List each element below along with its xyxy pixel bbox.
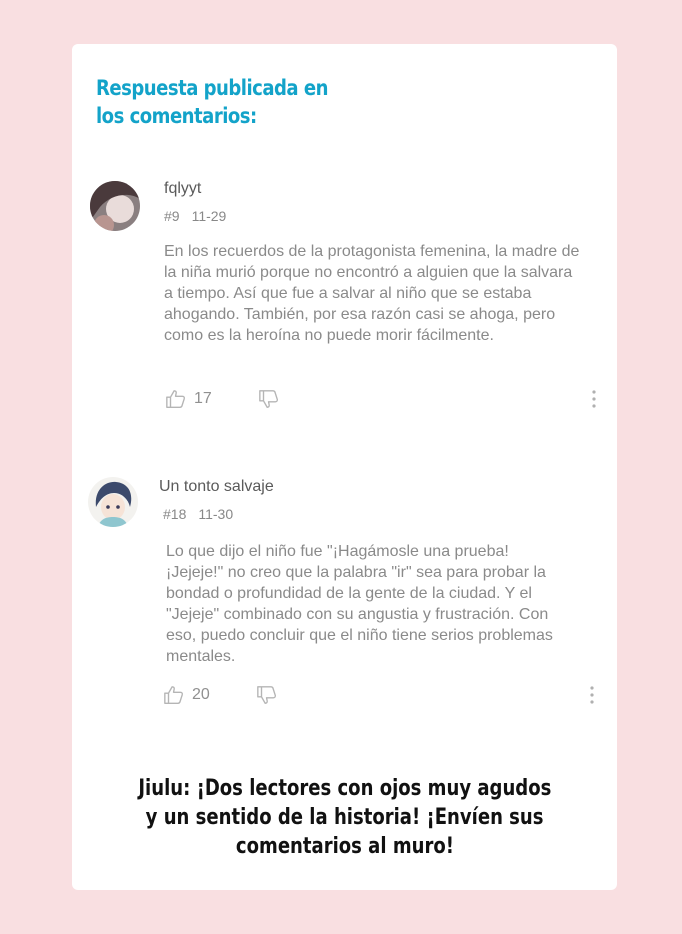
comment-text: Lo que dijo el niño fue "¡Hagámosle una … bbox=[166, 543, 553, 665]
avatar[interactable] bbox=[90, 181, 140, 231]
footer-line-2: y un sentido de la historia! ¡Envíen sus bbox=[145, 805, 544, 830]
thumbs-up-icon[interactable] bbox=[163, 684, 185, 706]
comment-meta: #9 11-29 bbox=[164, 208, 226, 224]
thumbs-up-icon[interactable] bbox=[165, 388, 187, 410]
footer-message: Jiulu: ¡Dos lectores con ojos muy agudos… bbox=[72, 774, 617, 861]
like-count: 17 bbox=[194, 390, 212, 407]
footer-line-1: Jiulu: ¡Dos lectores con ojos muy agudos bbox=[137, 776, 551, 801]
like-count: 20 bbox=[192, 686, 210, 703]
page-title: Respuesta publicada en los comentarios: bbox=[96, 74, 371, 130]
comment-number: #18 bbox=[163, 506, 187, 522]
avatar[interactable] bbox=[88, 477, 138, 527]
thumbs-down-icon[interactable] bbox=[256, 684, 278, 706]
comment-card: Respuesta publicada en los comentarios: … bbox=[72, 44, 617, 890]
title-line-2: los comentarios: bbox=[96, 104, 257, 128]
comment-username[interactable]: Un tonto salvaje bbox=[159, 478, 274, 496]
thumbs-down-icon[interactable] bbox=[258, 388, 280, 410]
comment-username[interactable]: fqlyyt bbox=[164, 180, 201, 198]
comment-date: 11-29 bbox=[191, 208, 227, 224]
more-vertical-icon[interactable] bbox=[588, 388, 600, 410]
comment-number: #9 bbox=[164, 208, 180, 224]
comment-text: En los recuerdos de la protagonista feme… bbox=[164, 243, 580, 344]
comment-meta: #18 11-30 bbox=[163, 506, 233, 522]
footer-line-3: comentarios al muro! bbox=[235, 834, 454, 859]
title-line-1: Respuesta publicada en bbox=[96, 76, 328, 100]
more-vertical-icon[interactable] bbox=[586, 684, 598, 706]
comment-date: 11-30 bbox=[198, 506, 234, 522]
